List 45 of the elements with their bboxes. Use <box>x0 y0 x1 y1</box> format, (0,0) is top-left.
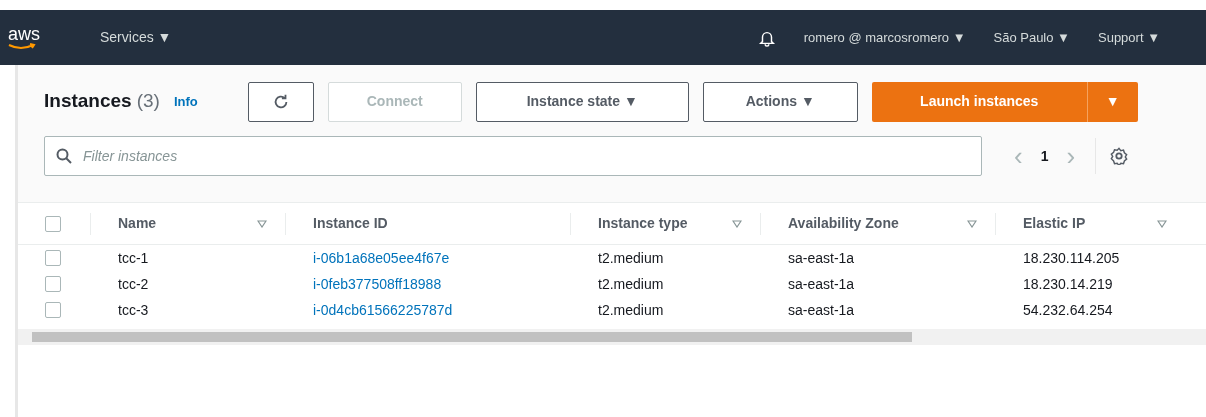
instance-id-link[interactable]: i-06b1a68e05ee4f67e <box>313 249 450 266</box>
instance-id-link[interactable]: i-0feb377508ff18988 <box>313 275 442 292</box>
instance-count: (3) <box>136 89 160 114</box>
actions-dropdown[interactable]: Actions ▼ <box>702 81 858 122</box>
table-cell: tcc-2 <box>118 275 149 292</box>
instance-state-dropdown[interactable]: Instance state ▼ <box>475 81 689 122</box>
checkbox[interactable] <box>45 215 61 232</box>
column-header[interactable]: Availability Zone <box>788 213 899 234</box>
table-cell: sa-east-1a <box>788 275 855 292</box>
services-menu[interactable]: Services ▼ <box>100 27 172 48</box>
table-cell: sa-east-1a <box>788 301 855 318</box>
table-cell: tcc-1 <box>118 249 149 266</box>
instance-id-link[interactable]: i-0d4cb61566225787d <box>313 301 453 318</box>
table-cell: 18.230.14.219 <box>1023 275 1113 292</box>
sort-icon[interactable] <box>257 219 267 228</box>
table-cell: t2.medium <box>598 249 664 266</box>
sort-icon[interactable] <box>732 219 742 228</box>
sort-icon[interactable] <box>1157 219 1167 228</box>
page-number[interactable]: 1 <box>1040 145 1049 167</box>
aws-logo[interactable]: aws <box>8 25 100 43</box>
checkbox[interactable] <box>45 302 61 318</box>
column-header[interactable]: Name <box>118 213 157 234</box>
horizontal-scrollbar[interactable] <box>18 329 1206 345</box>
sort-icon[interactable] <box>967 219 977 228</box>
account-menu[interactable]: romero @ marcosromero ▼ <box>803 27 966 48</box>
checkbox[interactable] <box>45 276 61 292</box>
settings-icon[interactable] <box>1110 147 1129 165</box>
search-icon <box>56 148 72 164</box>
table-cell: t2.medium <box>598 275 664 292</box>
smile-arrow-icon <box>8 43 36 50</box>
info-link[interactable]: Info <box>173 91 198 112</box>
column-header[interactable]: Instance ID <box>313 213 388 234</box>
table-cell: t2.medium <box>598 301 664 318</box>
panel-title: Instances <box>44 89 132 114</box>
region-menu[interactable]: São Paulo ▼ <box>993 27 1070 48</box>
refresh-button[interactable] <box>247 81 314 122</box>
table-cell: sa-east-1a <box>788 249 855 266</box>
filter-field[interactable]: Filter instances <box>44 136 982 176</box>
table-cell: 18.230.114.205 <box>1023 249 1120 266</box>
column-header[interactable]: Instance type <box>598 213 688 234</box>
table-cell: tcc-3 <box>118 301 149 318</box>
column-header[interactable]: Elastic IP <box>1023 213 1086 234</box>
table-cell: 54.232.64.254 <box>1023 301 1113 318</box>
support-menu[interactable]: Support ▼ <box>1098 27 1160 48</box>
checkbox[interactable] <box>45 250 61 266</box>
